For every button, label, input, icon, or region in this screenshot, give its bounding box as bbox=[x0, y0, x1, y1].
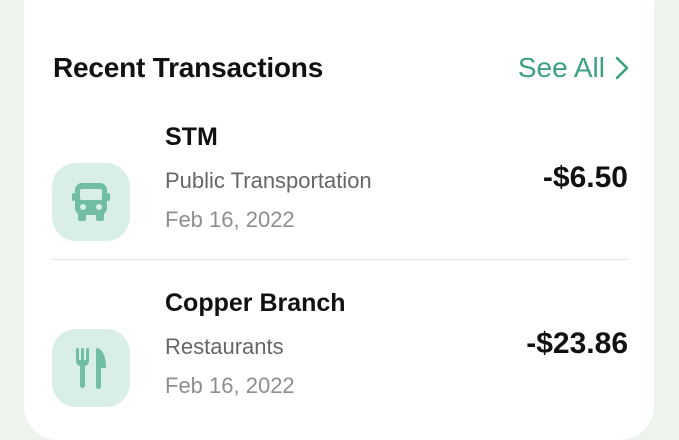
transaction-amount: -$23.86 bbox=[526, 327, 628, 360]
transaction-date: Feb 16, 2022 bbox=[165, 373, 295, 398]
bus-icon-container bbox=[52, 163, 130, 241]
fork-knife-icon bbox=[76, 348, 106, 389]
transaction-row[interactable]: STM Public Transportation Feb 16, 2022 -… bbox=[52, 123, 628, 243]
chevron-right-icon bbox=[615, 56, 629, 80]
transaction-row[interactable]: Copper Branch Restaurants Feb 16, 2022 -… bbox=[52, 289, 628, 409]
transaction-name: STM bbox=[165, 123, 218, 151]
transaction-amount: -$6.50 bbox=[542, 161, 628, 194]
see-all-label: See All bbox=[517, 52, 605, 83]
transaction-name: Copper Branch bbox=[165, 289, 346, 317]
transaction-category: Restaurants bbox=[165, 334, 284, 359]
transaction-date: Feb 16, 2022 bbox=[165, 207, 295, 232]
divider bbox=[52, 259, 628, 260]
bus-icon bbox=[72, 183, 110, 221]
section-title: Recent Transactions bbox=[53, 52, 324, 83]
transaction-category: Public Transportation bbox=[165, 168, 372, 193]
see-all-button[interactable]: See All bbox=[518, 52, 629, 84]
fork-knife-icon-container bbox=[52, 329, 130, 407]
